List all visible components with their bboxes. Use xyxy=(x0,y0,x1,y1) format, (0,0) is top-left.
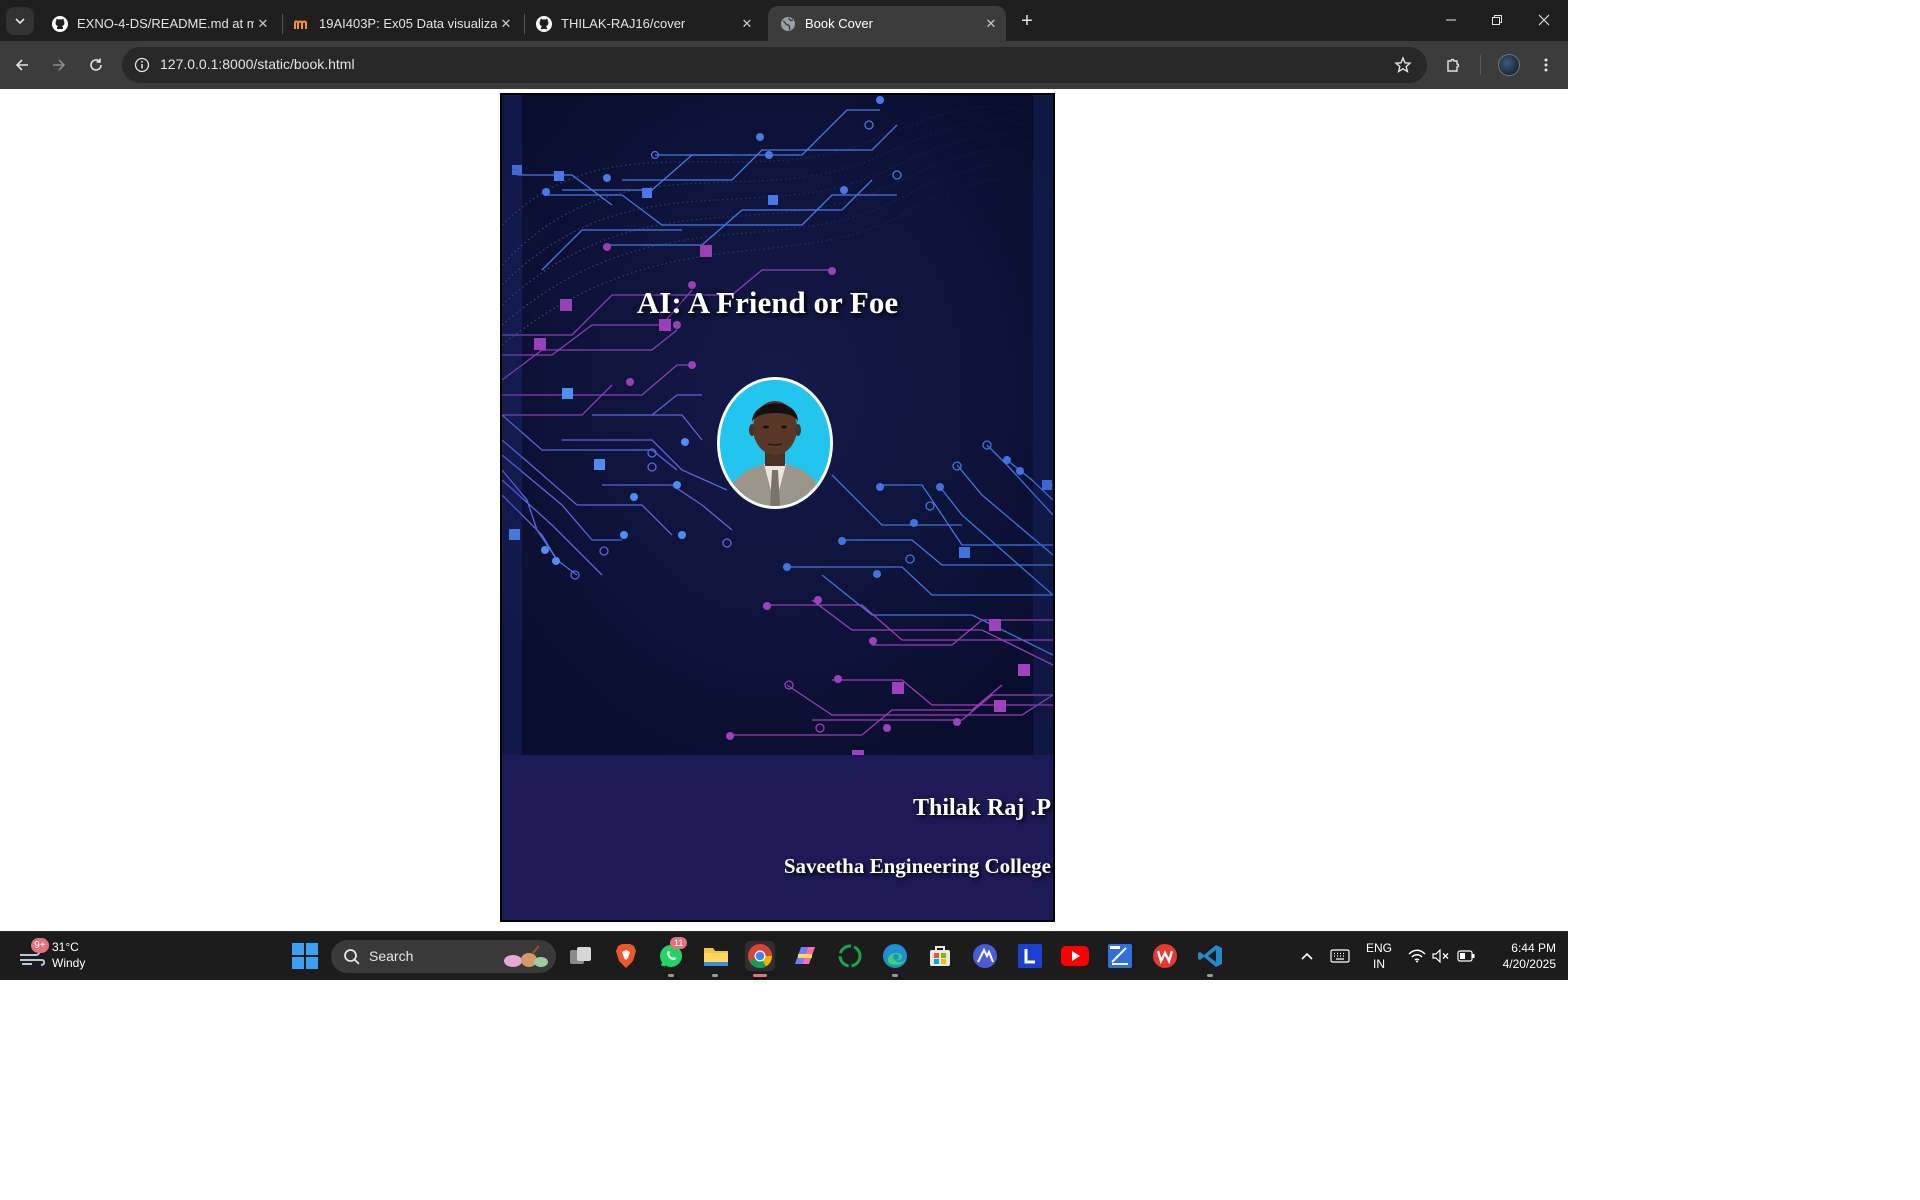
cover-bottom-band xyxy=(502,755,1053,920)
wifi-icon[interactable] xyxy=(1406,941,1428,971)
weather-temp: 31°C xyxy=(52,940,79,954)
author-portrait-image xyxy=(720,380,830,506)
active-indicator xyxy=(753,974,767,977)
page-viewport: AI: A Friend or Foe Thilak Raj .P Saveet… xyxy=(0,89,1568,931)
file-explorer-icon[interactable] xyxy=(701,941,731,971)
whatsapp-icon[interactable]: 11 xyxy=(656,937,688,971)
forward-button[interactable] xyxy=(45,51,73,79)
keyboard-icon[interactable] xyxy=(1328,941,1352,971)
clock-date[interactable]: 4/20/2025 xyxy=(1488,957,1556,971)
windows-start-icon[interactable] xyxy=(292,943,318,969)
youtube-icon[interactable] xyxy=(1060,941,1090,971)
close-icon[interactable]: ✕ xyxy=(982,15,1000,33)
reload-icon xyxy=(90,58,102,71)
extensions-button[interactable] xyxy=(1440,51,1468,79)
volume-muted-icon[interactable] xyxy=(1430,941,1452,971)
notification-badge: 9+ xyxy=(31,938,49,953)
whatsapp-badge: 11 xyxy=(670,937,688,949)
search-icon xyxy=(344,949,360,965)
a-app-icon[interactable] xyxy=(970,941,1000,971)
language-indicator[interactable]: ENG xyxy=(1362,941,1396,955)
battery-icon[interactable] xyxy=(1455,941,1477,971)
tab-book-cover[interactable]: Book Cover ✕ xyxy=(768,6,1006,41)
clock-time[interactable]: 6:44 PM xyxy=(1488,941,1556,955)
microsoft-store-icon[interactable] xyxy=(925,941,955,971)
chrome-icon[interactable] xyxy=(745,941,775,971)
minimize-icon xyxy=(1446,19,1456,21)
close-icon[interactable]: ✕ xyxy=(497,15,515,33)
author-name: Thilak Raj .P xyxy=(912,795,1051,821)
book-title: AI: A Friend or Foe xyxy=(636,285,899,320)
github-icon xyxy=(52,15,68,32)
wps-office-icon[interactable] xyxy=(1150,941,1180,971)
restore-button[interactable] xyxy=(1474,0,1520,40)
tab-title: EXNO-4-DS/README.md at ma xyxy=(77,16,254,31)
book-cover: AI: A Friend or Foe Thilak Raj .P Saveet… xyxy=(500,93,1055,922)
more-vert-icon xyxy=(1544,58,1548,72)
puzzle-icon xyxy=(1447,58,1460,72)
url-text[interactable]: 127.0.0.1:8000/static/book.html xyxy=(160,56,355,72)
region-indicator: IN xyxy=(1373,957,1385,971)
tab-thilak-raj-cover[interactable]: THILAK-RAJ16/cover ✕ xyxy=(524,6,762,41)
arrow-right-icon xyxy=(53,59,66,71)
close-icon[interactable]: ✕ xyxy=(738,15,756,33)
menu-button[interactable] xyxy=(1532,51,1560,79)
running-indicator xyxy=(712,974,718,977)
globe-icon xyxy=(780,16,796,32)
toolbar-divider xyxy=(1480,55,1481,75)
l-app-icon[interactable] xyxy=(1015,941,1045,971)
brave-icon[interactable] xyxy=(611,941,641,971)
close-window-button[interactable] xyxy=(1521,0,1567,40)
vscode-icon[interactable] xyxy=(1195,941,1225,971)
bookmark-star-icon[interactable] xyxy=(1393,55,1413,75)
copilot-icon[interactable] xyxy=(790,941,820,971)
circle-app-icon[interactable] xyxy=(835,941,865,971)
arrow-left-icon xyxy=(15,59,28,71)
taskbar-search[interactable]: Search xyxy=(331,940,556,973)
browser-toolbar: 127.0.0.1:8000/static/book.html xyxy=(0,41,1568,89)
tab-ex05-data-visualization[interactable]: 19AI403P: Ex05 Data visualizatio ✕ xyxy=(282,6,521,41)
tab-title: Book Cover xyxy=(805,16,873,31)
author-photo xyxy=(717,377,833,509)
college-name: Saveetha Engineering College xyxy=(783,854,1051,878)
back-button[interactable] xyxy=(8,51,36,79)
chevron-up-icon[interactable] xyxy=(1296,941,1318,971)
new-tab-button[interactable]: + xyxy=(1015,9,1039,33)
tab-strip: EXNO-4-DS/README.md at ma ✕ 19AI403P: Ex… xyxy=(0,0,1568,41)
draw-app-icon[interactable] xyxy=(1105,941,1135,971)
search-label: Search xyxy=(369,948,414,964)
tab-search-button[interactable] xyxy=(6,7,34,35)
search-highlight-image xyxy=(504,945,548,967)
minimize-button[interactable] xyxy=(1428,0,1474,40)
close-icon[interactable]: ✕ xyxy=(254,15,272,33)
tab-title: 19AI403P: Ex05 Data visualizatio xyxy=(319,16,497,31)
weather-condition: Windy xyxy=(52,956,86,970)
moodle-icon xyxy=(294,16,310,32)
weather-widget[interactable]: 9+ 31°C Windy xyxy=(16,938,106,974)
close-icon xyxy=(1538,14,1550,26)
task-view-icon[interactable] xyxy=(566,941,596,971)
restore-icon xyxy=(1492,15,1502,25)
github-icon xyxy=(536,15,552,32)
running-indicator xyxy=(892,974,898,977)
running-indicator xyxy=(668,974,674,977)
tab-title: THILAK-RAJ16/cover xyxy=(561,16,686,31)
reload-button[interactable] xyxy=(82,51,110,79)
windows-taskbar: 9+ 31°C Windy Search 11 ENG IN 6:44 PM 4… xyxy=(0,931,1568,980)
site-info-icon[interactable] xyxy=(130,53,154,77)
running-indicator xyxy=(1207,974,1213,977)
chevron-down-icon xyxy=(15,18,25,25)
address-bar[interactable]: 127.0.0.1:8000/static/book.html xyxy=(122,47,1427,83)
edge-icon[interactable] xyxy=(880,941,910,971)
profile-avatar[interactable] xyxy=(1498,54,1520,76)
tab-exno-readme[interactable]: EXNO-4-DS/README.md at ma ✕ xyxy=(40,6,278,41)
